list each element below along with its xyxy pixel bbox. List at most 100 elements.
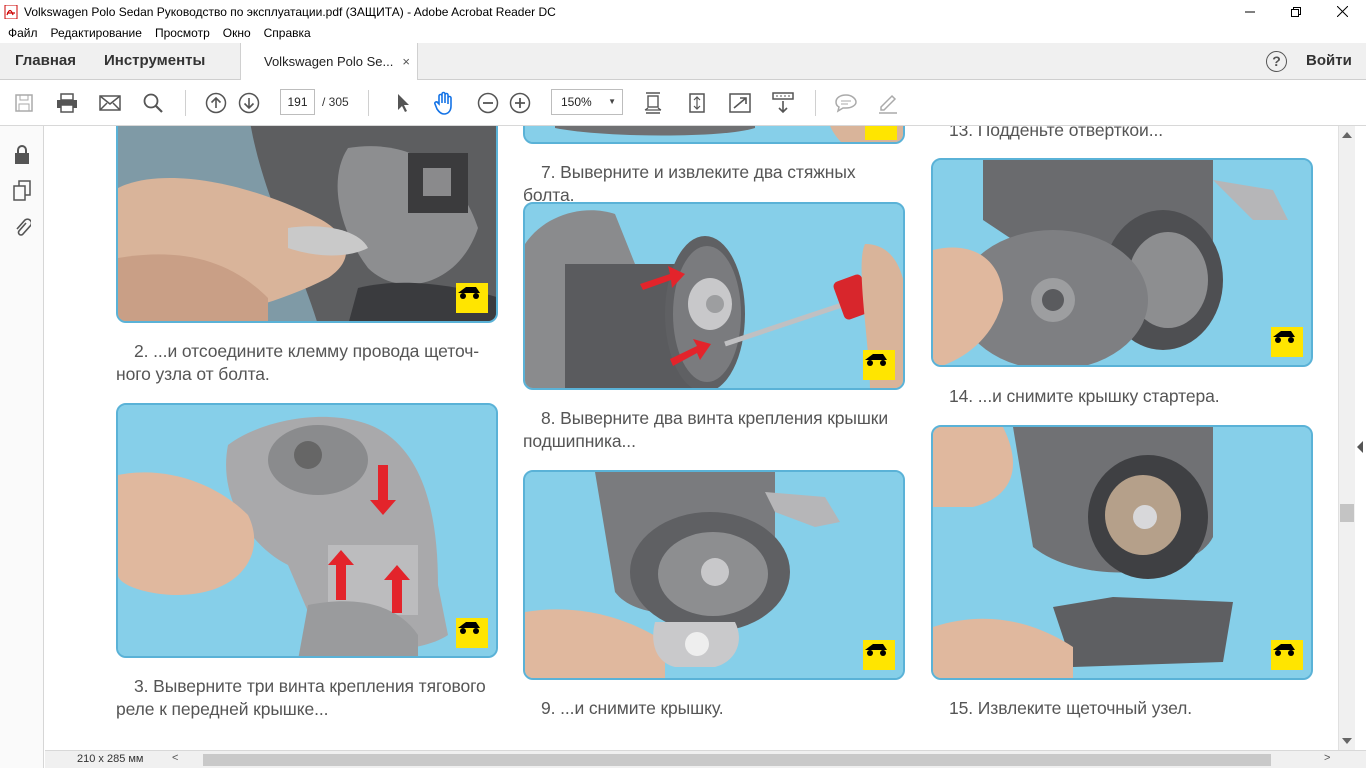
security-button[interactable] [11, 144, 33, 166]
difficulty-badge [456, 618, 488, 648]
previous-page-button[interactable] [204, 91, 228, 115]
next-page-button[interactable] [237, 91, 261, 115]
menu-view[interactable]: Просмотр [147, 26, 215, 40]
restore-icon [1291, 6, 1301, 17]
scroll-up-icon[interactable] [1342, 132, 1352, 138]
fit-width-icon [644, 92, 662, 114]
close-window-button[interactable] [1319, 0, 1365, 23]
close-tab-icon[interactable]: × [402, 54, 410, 69]
menu-window[interactable]: Окно [215, 26, 256, 40]
cover-removed-photo [525, 472, 903, 678]
paperclip-icon [16, 218, 31, 236]
minimize-icon [1245, 11, 1255, 12]
mail-icon [99, 95, 121, 111]
starter-cover-photo [933, 160, 1311, 365]
scroll-left-icon[interactable]: < [172, 752, 178, 764]
tab-tools[interactable]: Инструменты [104, 52, 205, 69]
caption-step-13: 13. Подденьте отверткой... [949, 126, 1164, 140]
photo-step-3 [116, 403, 498, 658]
page-number-input[interactable]: 191 [280, 89, 315, 115]
document-viewer[interactable]: 2. ...и отсоедините клемму провода щеточ… [45, 126, 1338, 750]
restore-button[interactable] [1273, 0, 1319, 23]
document-tab-label: Volkswagen Polo Se... [264, 54, 394, 69]
collapse-right-panel-icon[interactable] [1357, 441, 1363, 453]
zoom-select[interactable]: 150% ▼ [551, 89, 623, 115]
car-tool-icon [1273, 644, 1295, 656]
brush-holder-photo [933, 427, 1311, 678]
photo-step-14 [931, 158, 1313, 367]
help-icon[interactable]: ? [1266, 51, 1287, 72]
highlight-button[interactable] [876, 91, 900, 115]
caption-step-7: 7. Выверните и извлеките два стяжных бол… [523, 162, 856, 205]
save-icon [15, 94, 33, 112]
bearing-cover-screws-photo [525, 204, 903, 388]
toolbar: 191 / 305 150% ▼ [0, 80, 1366, 126]
scroll-mode-button[interactable] [771, 91, 795, 115]
difficulty-badge [863, 640, 895, 670]
horizontal-scroll-thumb[interactable] [203, 754, 1271, 766]
menu-help[interactable]: Справка [256, 26, 316, 40]
arrow-down-circle-icon [238, 92, 260, 114]
caption-step-3: 3. Выверните три винта крепления тяговог… [116, 676, 486, 719]
menu-file[interactable]: Файл [0, 26, 43, 40]
starter-terminal-photo [118, 126, 496, 321]
difficulty-badge [865, 126, 897, 140]
window-title: Volkswagen Polo Sedan Руководство по экс… [24, 4, 556, 19]
scroll-right-icon[interactable]: > [1324, 752, 1330, 764]
car-tool-icon [458, 622, 480, 634]
tab-home[interactable]: Главная [15, 52, 76, 69]
scroll-down-icon[interactable] [1342, 738, 1352, 744]
email-button[interactable] [98, 91, 122, 115]
photo-step-8 [523, 202, 905, 390]
minimize-button[interactable] [1227, 0, 1273, 23]
zoom-value: 150% [561, 95, 592, 109]
menu-edit[interactable]: Редактирование [43, 26, 147, 40]
difficulty-badge [1271, 640, 1303, 670]
comment-button[interactable] [834, 91, 858, 115]
page-total: / 305 [322, 95, 349, 109]
signin-button[interactable]: Войти [1306, 52, 1352, 69]
lock-icon [15, 145, 29, 164]
fit-page-icon [689, 93, 705, 113]
solenoid-screws-photo [118, 405, 496, 656]
car-tool-icon [458, 287, 480, 299]
photo-step-2 [116, 126, 498, 323]
hand-icon [434, 91, 452, 115]
pdf-page: 2. ...и отсоедините клемму провода щеточ… [57, 126, 1338, 750]
scroll-thumb[interactable] [1340, 504, 1354, 522]
tab-document[interactable]: Volkswagen Polo Se... × [240, 43, 418, 80]
difficulty-badge [1271, 327, 1303, 357]
scroll-mode-icon [772, 92, 794, 114]
photo-step-9 [523, 470, 905, 680]
zoom-out-button[interactable] [476, 91, 500, 115]
comment-icon [835, 94, 857, 113]
vertical-scrollbar[interactable] [1338, 126, 1355, 750]
attachments-button[interactable] [11, 216, 33, 238]
photo-step-15 [931, 425, 1313, 680]
select-tool-button[interactable] [391, 91, 415, 115]
caption-step-8: 8. Выверните два винта крепления крышки … [523, 408, 889, 451]
zoom-in-button[interactable] [508, 91, 532, 115]
fit-page-button[interactable] [685, 91, 709, 115]
search-icon [143, 93, 163, 113]
car-tool-icon [865, 644, 887, 656]
hand-tool-button[interactable] [432, 91, 456, 115]
caption-step-15: 15. Извлеките щеточный узел. [949, 698, 1192, 718]
arrow-up-circle-icon [205, 92, 227, 114]
status-bar: 210 x 285 мм < > [45, 750, 1366, 768]
print-icon [57, 93, 77, 113]
full-screen-icon [729, 93, 751, 113]
search-button[interactable] [141, 91, 165, 115]
cursor-arrow-icon [398, 94, 409, 112]
print-button[interactable] [55, 91, 79, 115]
car-tool-icon [865, 354, 887, 366]
difficulty-badge [863, 350, 895, 380]
caption-step-14: 14. ...и снимите крышку стартера. [949, 386, 1220, 406]
fit-width-button[interactable] [641, 91, 665, 115]
full-screen-button[interactable] [728, 91, 752, 115]
pages-button[interactable] [11, 180, 33, 202]
save-button[interactable] [12, 91, 36, 115]
pen-icon [879, 94, 897, 114]
difficulty-badge [456, 283, 488, 313]
car-tool-icon [1273, 331, 1295, 343]
